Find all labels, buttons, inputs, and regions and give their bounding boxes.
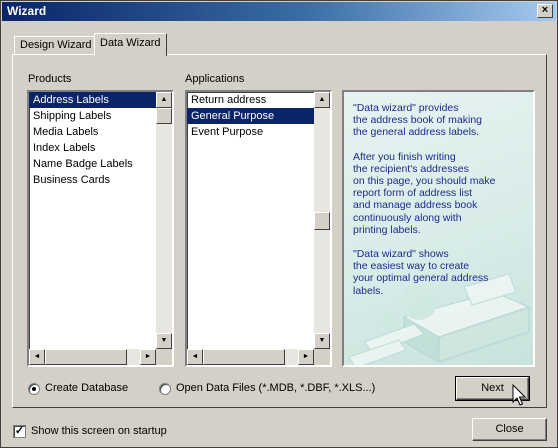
tab-data-wizard[interactable]: Data Wizard — [94, 33, 167, 56]
scroll-up-button[interactable]: ▲ — [156, 92, 172, 108]
scroll-left-button[interactable]: ◄ — [187, 349, 203, 365]
list-item[interactable]: General Purpose — [187, 108, 330, 124]
info-panel: "Data wizard" provides the address book … — [342, 90, 535, 367]
scroll-right-button[interactable]: ► — [298, 349, 314, 365]
list-item[interactable]: Media Labels — [29, 124, 172, 140]
close-button[interactable]: Close — [472, 418, 547, 441]
info-text: "Data wizard" provides the address book … — [353, 102, 533, 309]
scroll-up-icon: ▲ — [318, 96, 326, 103]
applications-label: Applications — [185, 73, 245, 85]
tab-design-wizard[interactable]: Design Wizard — [14, 36, 98, 54]
list-item[interactable]: Business Cards — [29, 172, 172, 188]
scroll-down-icon: ▼ — [160, 337, 168, 344]
title-bar: Wizard × — [2, 2, 556, 21]
applications-listbox[interactable]: Return address General Purpose Event Purpo… — [185, 90, 332, 367]
radio-selected-dot — [32, 387, 36, 391]
info-paragraph: After you finish writing the recipient's… — [353, 150, 496, 236]
scroll-down-button[interactable]: ▼ — [314, 333, 330, 349]
scroll-thumb[interactable] — [314, 212, 330, 230]
close-button-label: Close — [495, 423, 524, 435]
tab-data-wizard-label: Data Wizard — [100, 37, 161, 49]
list-item[interactable]: Index Labels — [29, 140, 172, 156]
scroll-thumb[interactable] — [156, 108, 172, 124]
check-icon: ✓ — [14, 425, 25, 437]
scroll-left-button[interactable]: ◄ — [29, 349, 45, 365]
startup-checkbox[interactable]: ✓ — [13, 425, 26, 438]
scroll-thumb[interactable] — [45, 349, 127, 365]
info-paragraph: "Data wizard" provides the address book … — [353, 102, 482, 139]
products-list: Address Labels Shipping Labels Media Label… — [29, 92, 172, 188]
tab-design-wizard-label: Design Wizard — [20, 39, 92, 51]
list-item[interactable]: Event Purpose — [187, 124, 330, 140]
window-title: Wizard — [7, 4, 47, 18]
applications-list: Return address General Purpose Event Purpo… — [187, 92, 330, 140]
scroll-left-icon: ◄ — [191, 353, 199, 360]
scroll-right-icon: ► — [144, 353, 152, 360]
info-paragraph: "Data wizard" shows the easiest way to c… — [353, 248, 489, 297]
mouse-cursor-icon — [512, 384, 527, 406]
applications-vscrollbar[interactable]: ▲ ▼ — [314, 92, 330, 349]
scroll-right-button[interactable]: ► — [140, 349, 156, 365]
scroll-down-button[interactable]: ▼ — [156, 333, 172, 349]
next-button-label: Next — [481, 382, 504, 394]
wizard-window: Wizard × Design Wizard Data Wizard Produ… — [0, 0, 558, 448]
list-item[interactable]: Address Labels — [29, 92, 172, 108]
list-item[interactable]: Name Badge Labels — [29, 156, 172, 172]
open-data-files-label[interactable]: Open Data Files (*.MDB, *.DBF, *.XLS...) — [176, 382, 375, 394]
products-listbox[interactable]: Address Labels Shipping Labels Media Label… — [27, 90, 174, 367]
applications-hscrollbar[interactable]: ◄ ► — [187, 349, 314, 365]
list-item[interactable]: Return address — [187, 92, 330, 108]
scroll-right-icon: ► — [302, 353, 310, 360]
close-icon: × — [541, 4, 549, 16]
open-data-files-radio[interactable] — [159, 383, 171, 395]
scroll-corner — [156, 349, 172, 365]
scroll-down-icon: ▼ — [318, 337, 326, 344]
scroll-up-button[interactable]: ▲ — [314, 92, 330, 108]
scroll-left-icon: ◄ — [33, 353, 41, 360]
startup-label[interactable]: Show this screen on startup — [31, 425, 167, 437]
scroll-up-icon: ▲ — [160, 96, 168, 103]
products-hscrollbar[interactable]: ◄ ► — [29, 349, 156, 365]
create-database-radio[interactable] — [28, 383, 40, 395]
products-vscrollbar[interactable]: ▲ ▼ — [156, 92, 172, 349]
create-database-label[interactable]: Create Database — [45, 382, 128, 394]
list-item[interactable]: Shipping Labels — [29, 108, 172, 124]
window-close-button[interactable]: × — [537, 4, 553, 18]
scroll-thumb[interactable] — [203, 349, 285, 365]
scroll-corner — [314, 349, 330, 365]
products-label: Products — [28, 73, 72, 85]
